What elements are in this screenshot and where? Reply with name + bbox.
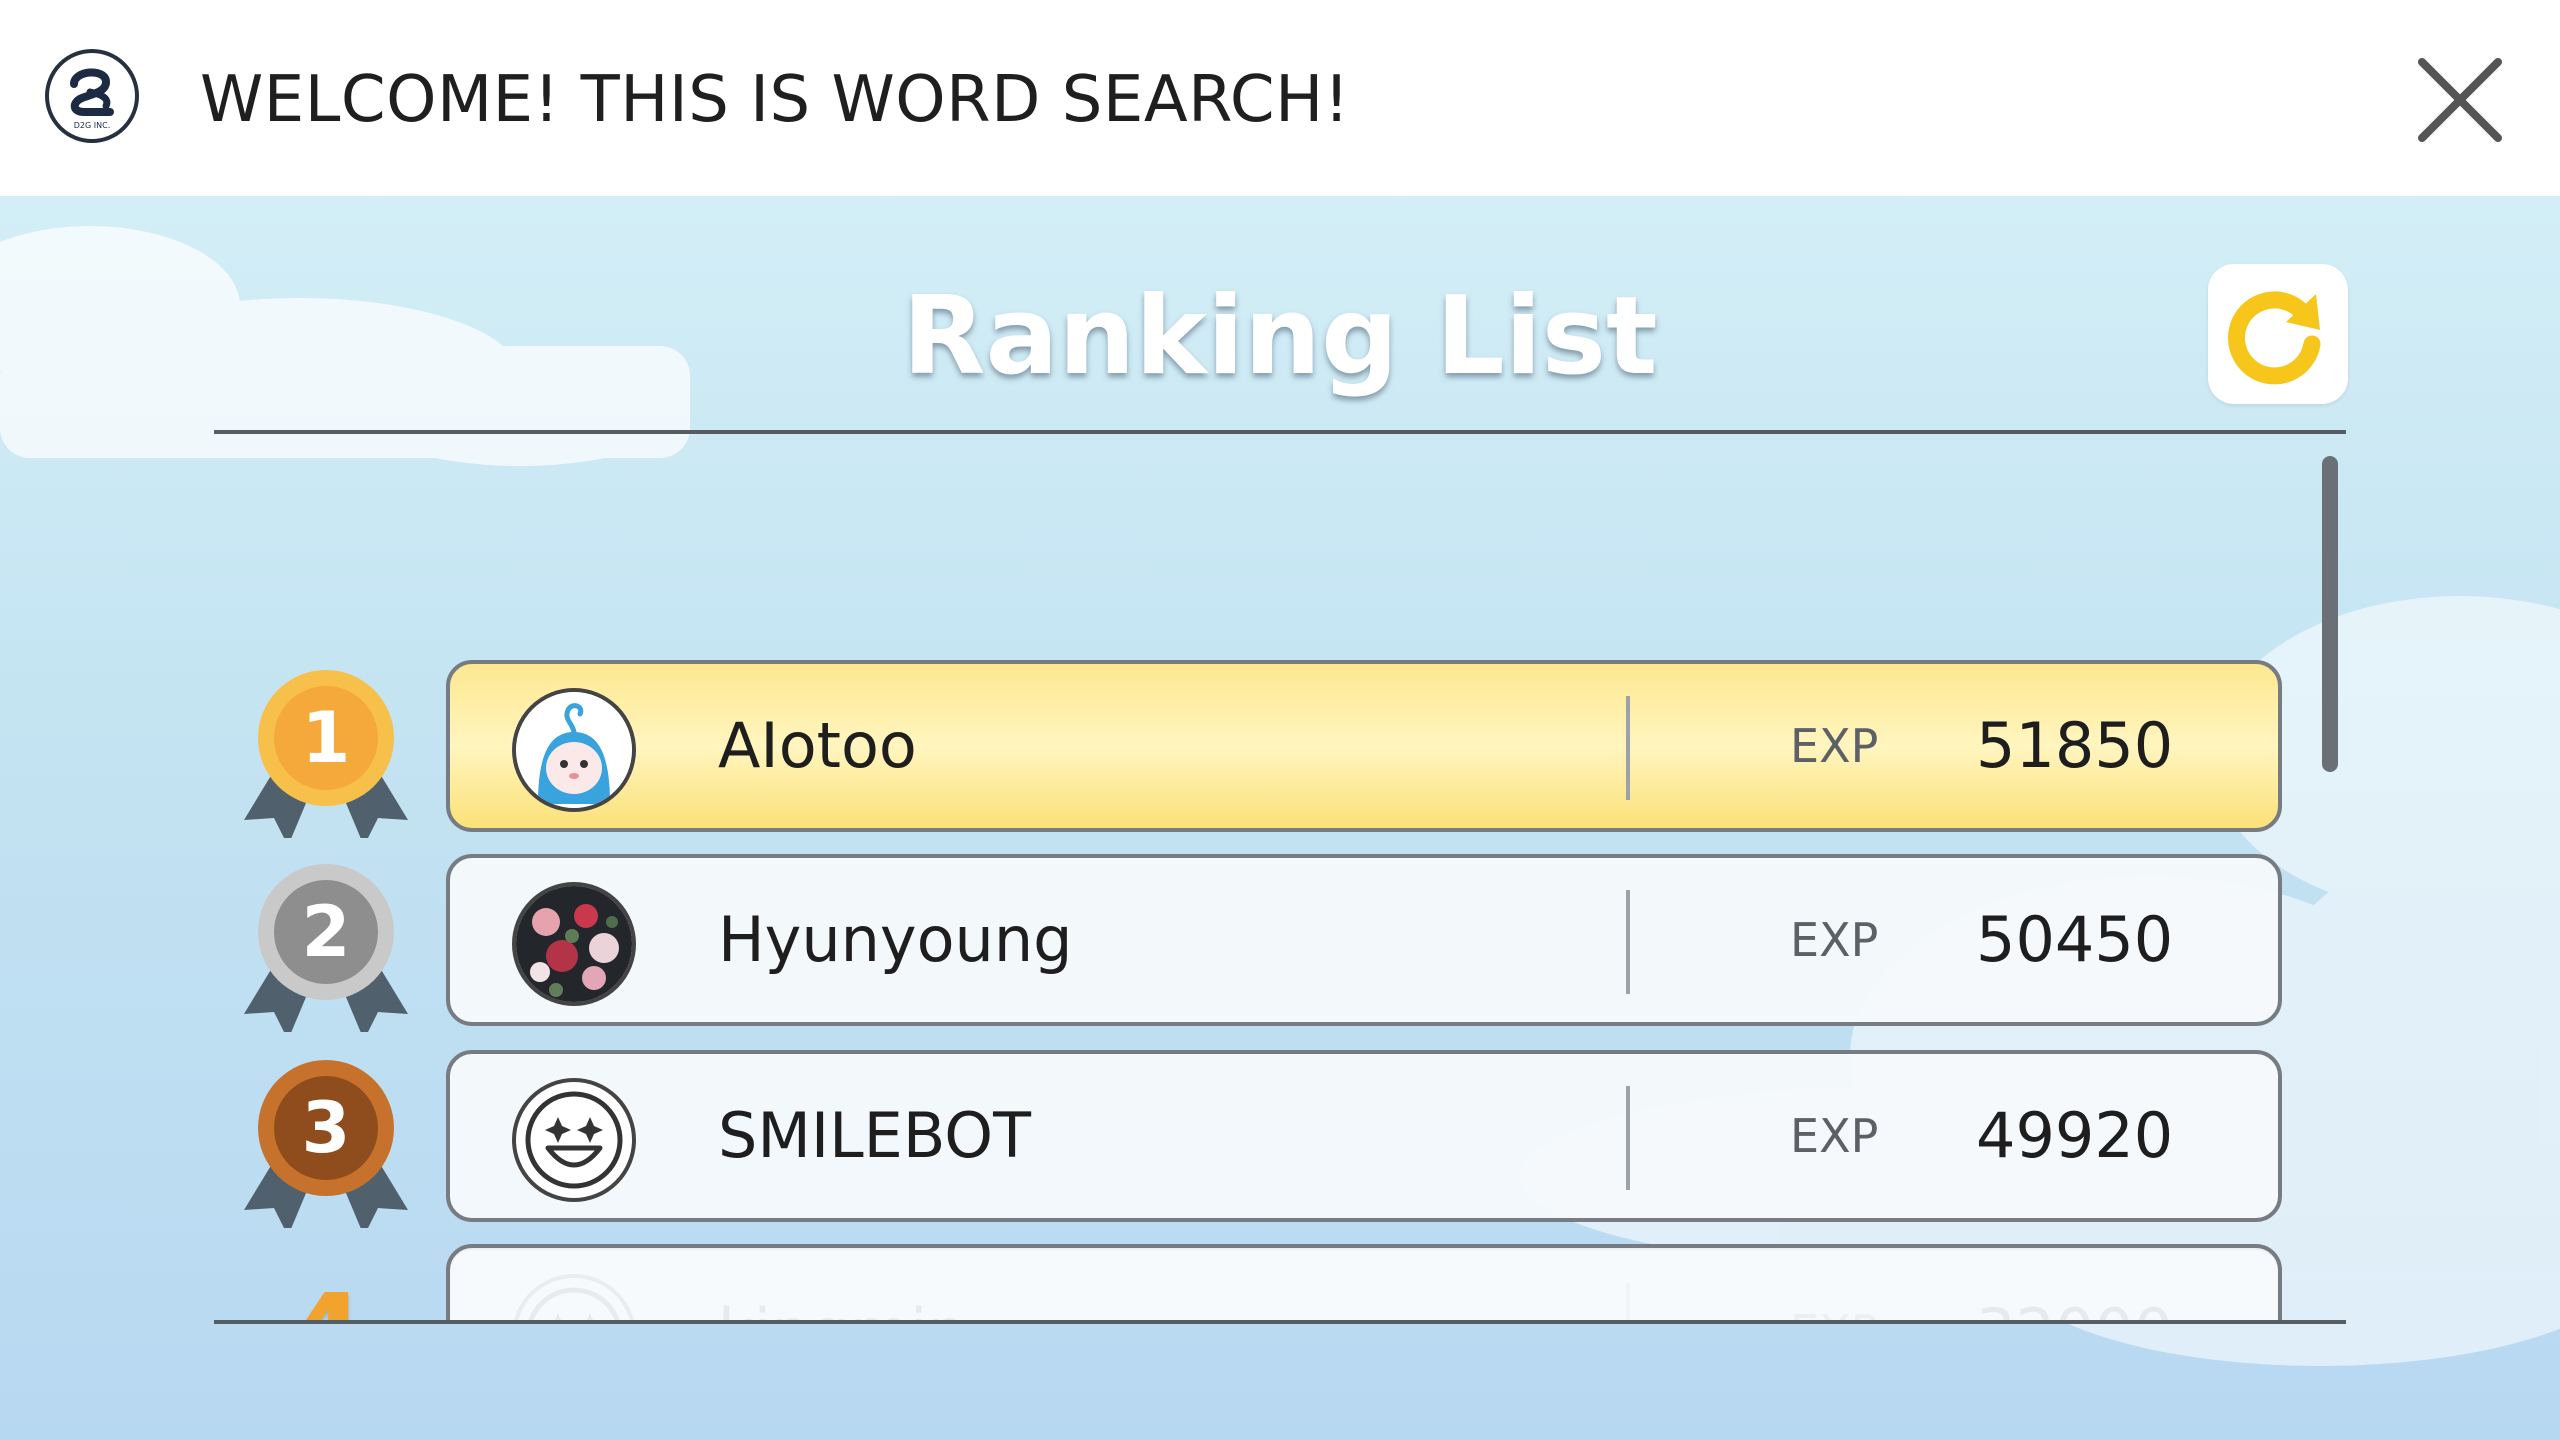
top-bar: D2G INC. WELCOME! THIS IS WORD SEARCH!	[0, 0, 2560, 196]
gold-medal-icon: 1	[244, 670, 408, 838]
list-bottom-divider	[214, 1320, 2346, 1324]
ranking-row-1[interactable]: 1 AIotoo EXP 51850	[214, 660, 2346, 840]
refresh-button[interactable]	[2208, 264, 2348, 404]
exp-value: 49920	[1976, 1099, 2174, 1172]
mascot-avatar	[512, 688, 636, 812]
exp-value: 50450	[1976, 903, 2174, 976]
ranking-row-3[interactable]: 3 SMILEBOT EXP 49920	[214, 1050, 2346, 1230]
exp-label: EXP	[1790, 913, 1879, 967]
column-divider	[1626, 890, 1630, 994]
exp-value: 51850	[1976, 709, 2174, 782]
player-name: SMILEBOT	[718, 1099, 1031, 1172]
bronze-medal-icon: 3	[244, 1060, 408, 1228]
rank-badge: 3	[214, 1050, 438, 1230]
rank-number: 5	[214, 1278, 438, 1322]
svg-text:3: 3	[302, 1087, 351, 1169]
svg-text:D2G INC.: D2G INC.	[74, 121, 110, 130]
player-card[interactable]	[446, 1244, 2282, 1322]
ranking-heading: Ranking List	[902, 274, 1658, 399]
player-name: Hyunyoung	[718, 903, 1073, 976]
ranking-list[interactable]: 1 AIotoo EXP 51850 2 Hyunyoung EXP 50450…	[214, 434, 2346, 1322]
svg-text:1: 1	[302, 697, 351, 779]
app-title: WELCOME! THIS IS WORD SEARCH!	[200, 63, 1350, 137]
refresh-icon	[2228, 291, 2321, 385]
smile-face-avatar	[512, 1078, 636, 1202]
column-divider	[1626, 1086, 1630, 1190]
player-card[interactable]: Hyunyoung EXP 50450	[446, 854, 2282, 1026]
rank-badge: 1	[214, 660, 438, 840]
player-card[interactable]: SMILEBOT EXP 49920	[446, 1050, 2282, 1222]
scrollbar-thumb[interactable]	[2322, 456, 2338, 772]
player-name: AIotoo	[718, 709, 917, 782]
silver-medal-icon: 2	[244, 864, 408, 1032]
ranking-screen: Ranking List 1 AIotoo EXP 51850 2 Hyunyo…	[0, 196, 2560, 1440]
ranking-row-5-clip: 5	[214, 1244, 2346, 1322]
app-logo: D2G INC.	[44, 48, 140, 144]
ranking-row-2[interactable]: 2 Hyunyoung EXP 50450	[214, 854, 2346, 1034]
svg-text:2: 2	[302, 891, 351, 973]
rank-badge: 5	[214, 1244, 438, 1322]
rank-badge: 2	[214, 854, 438, 1034]
player-card[interactable]: AIotoo EXP 51850	[446, 660, 2282, 832]
column-divider	[1626, 696, 1630, 800]
ranking-row-5[interactable]: 5	[214, 1244, 2346, 1322]
flower-photo-avatar	[512, 882, 636, 1006]
close-icon	[2418, 58, 2502, 142]
exp-label: EXP	[1790, 1109, 1879, 1163]
exp-label: EXP	[1790, 719, 1879, 773]
close-button[interactable]	[2412, 52, 2508, 148]
